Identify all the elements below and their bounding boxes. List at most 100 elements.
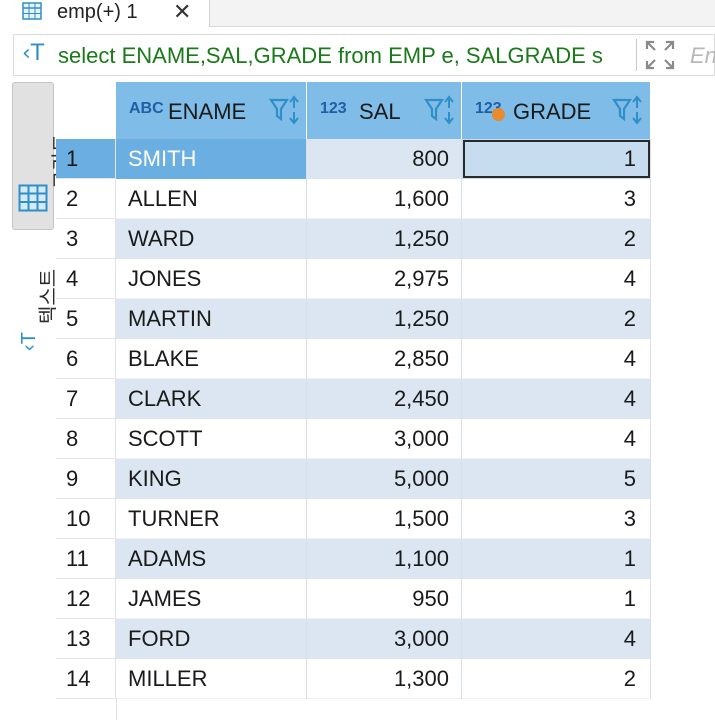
table-grid-icon bbox=[22, 2, 42, 20]
text-type-icon: ABC bbox=[129, 100, 164, 117]
column-header-ename[interactable]: ABC ENAME bbox=[116, 82, 307, 139]
table-row[interactable]: 11 ADAMS 1,100 1 bbox=[56, 539, 715, 579]
row-number[interactable]: 3 bbox=[56, 219, 116, 259]
filter-sort-icon[interactable] bbox=[422, 94, 456, 126]
table-row[interactable]: 14 MILLER 1,300 2 bbox=[56, 659, 715, 699]
cell-grade[interactable]: 5 bbox=[462, 459, 651, 499]
table-row[interactable]: 8 SCOTT 3,000 4 bbox=[56, 419, 715, 459]
filter-hint-text: En bbox=[690, 43, 715, 68]
close-icon[interactable]: ✕ bbox=[173, 0, 191, 24]
table-row[interactable]: 2 ALLEN 1,600 3 bbox=[56, 179, 715, 219]
cell-grade[interactable]: 2 bbox=[462, 659, 651, 699]
cell-grade[interactable]: 4 bbox=[462, 339, 651, 379]
status-dot-icon bbox=[492, 108, 505, 121]
row-number[interactable]: 6 bbox=[56, 339, 116, 379]
cell-sal[interactable]: 1,100 bbox=[307, 539, 462, 579]
cell-sal[interactable]: 1,250 bbox=[307, 219, 462, 259]
cell-ename[interactable]: MARTIN bbox=[116, 299, 307, 339]
table-row[interactable]: 3 WARD 1,250 2 bbox=[56, 219, 715, 259]
cell-grade[interactable]: 3 bbox=[462, 179, 651, 219]
table-row[interactable]: 12 JAMES 950 1 bbox=[56, 579, 715, 619]
cell-ename[interactable]: BLAKE bbox=[116, 339, 307, 379]
cell-ename[interactable]: ALLEN bbox=[116, 179, 307, 219]
cell-ename[interactable]: SMITH bbox=[116, 139, 307, 179]
cell-sal[interactable]: 3,000 bbox=[307, 619, 462, 659]
cell-grade[interactable]: 4 bbox=[462, 379, 651, 419]
row-number[interactable]: 10 bbox=[56, 499, 116, 539]
cell-ename[interactable]: ADAMS bbox=[116, 539, 307, 579]
text-view-button[interactable]: 텍스트 ‹T bbox=[12, 252, 60, 372]
table-row[interactable]: 4 JONES 2,975 4 bbox=[56, 259, 715, 299]
filter-sort-icon[interactable] bbox=[610, 94, 644, 126]
column-name: SAL bbox=[359, 99, 401, 124]
cell-sal[interactable]: 5,000 bbox=[307, 459, 462, 499]
cell-sal[interactable]: 800 bbox=[307, 139, 462, 179]
cell-grade[interactable]: 2 bbox=[462, 219, 651, 259]
cell-grade[interactable]: 1 bbox=[462, 139, 651, 179]
cell-sal[interactable]: 1,500 bbox=[307, 499, 462, 539]
cell-sal[interactable]: 3,000 bbox=[307, 419, 462, 459]
row-number[interactable]: 7 bbox=[56, 379, 116, 419]
grid-divider bbox=[116, 699, 117, 720]
view-mode-panel: 그리드 텍스트 ‹T bbox=[0, 82, 73, 720]
table-row[interactable]: 5 MARTIN 1,250 2 bbox=[56, 299, 715, 339]
column-header-sal[interactable]: 123 SAL bbox=[307, 82, 462, 139]
cell-sal[interactable]: 2,450 bbox=[307, 379, 462, 419]
filter-sort-icon[interactable] bbox=[267, 94, 301, 126]
cell-ename[interactable]: WARD bbox=[116, 219, 307, 259]
cell-ename[interactable]: JAMES bbox=[116, 579, 307, 619]
table-row[interactable]: 7 CLARK 2,450 4 bbox=[56, 379, 715, 419]
cell-ename[interactable]: FORD bbox=[116, 619, 307, 659]
table-row[interactable]: 1 SMITH 800 1 bbox=[56, 139, 715, 179]
cell-ename[interactable]: TURNER bbox=[116, 499, 307, 539]
table-row[interactable]: 9 KING 5,000 5 bbox=[56, 459, 715, 499]
text-view-icon: ‹T bbox=[17, 332, 40, 351]
cell-grade[interactable]: 2 bbox=[462, 299, 651, 339]
number-type-icon: 123 bbox=[320, 100, 347, 117]
query-text[interactable]: select ENAME,SAL,GRADE from EMP e, SALGR… bbox=[58, 43, 603, 69]
table-row[interactable]: 10 TURNER 1,500 3 bbox=[56, 499, 715, 539]
table-row[interactable]: 6 BLAKE 2,850 4 bbox=[56, 339, 715, 379]
row-number[interactable]: 12 bbox=[56, 579, 116, 619]
expand-icon[interactable] bbox=[644, 39, 676, 71]
query-filter-bar[interactable]: ‹T select ENAME,SAL,GRADE from EMP e, SA… bbox=[13, 34, 715, 76]
row-number[interactable]: 4 bbox=[56, 259, 116, 299]
row-number[interactable]: 11 bbox=[56, 539, 116, 579]
cell-sal[interactable]: 1,600 bbox=[307, 179, 462, 219]
cell-sal[interactable]: 1,300 bbox=[307, 659, 462, 699]
tab-title: emp(+) 1 bbox=[57, 1, 138, 23]
divider bbox=[636, 39, 637, 71]
column-name: ENAME bbox=[168, 99, 247, 124]
row-number[interactable]: 2 bbox=[56, 179, 116, 219]
cell-sal[interactable]: 2,850 bbox=[307, 339, 462, 379]
result-grid[interactable]: ABC ENAME 123 SAL 123 GRADE 1 SMITH 800 … bbox=[56, 82, 715, 720]
cell-ename[interactable]: KING bbox=[116, 459, 307, 499]
row-number-header bbox=[56, 82, 116, 139]
row-number[interactable]: 5 bbox=[56, 299, 116, 339]
sql-text-icon: ‹T bbox=[22, 41, 45, 66]
row-number[interactable]: 9 bbox=[56, 459, 116, 499]
cell-grade[interactable]: 1 bbox=[462, 579, 651, 619]
cell-grade[interactable]: 4 bbox=[462, 259, 651, 299]
row-number[interactable]: 13 bbox=[56, 619, 116, 659]
grid-view-button[interactable]: 그리드 bbox=[12, 82, 73, 230]
row-number[interactable]: 1 bbox=[56, 139, 116, 179]
cell-grade[interactable]: 1 bbox=[462, 539, 651, 579]
cell-ename[interactable]: SCOTT bbox=[116, 419, 307, 459]
table-row[interactable]: 13 FORD 3,000 4 bbox=[56, 619, 715, 659]
cell-ename[interactable]: MILLER bbox=[116, 659, 307, 699]
cell-sal[interactable]: 1,250 bbox=[307, 299, 462, 339]
column-header-grade[interactable]: 123 GRADE bbox=[462, 82, 651, 139]
cell-grade[interactable]: 4 bbox=[462, 619, 651, 659]
cell-sal[interactable]: 2,975 bbox=[307, 259, 462, 299]
editor-tab-bar: emp(+) 1 ✕ bbox=[0, 0, 715, 27]
row-number[interactable]: 8 bbox=[56, 419, 116, 459]
cell-sal[interactable]: 950 bbox=[307, 579, 462, 619]
cell-ename[interactable]: CLARK bbox=[116, 379, 307, 419]
grid-icon bbox=[18, 184, 48, 212]
row-number[interactable]: 14 bbox=[56, 659, 116, 699]
result-tab[interactable]: emp(+) 1 ✕ bbox=[0, 0, 210, 27]
cell-grade[interactable]: 4 bbox=[462, 419, 651, 459]
cell-grade[interactable]: 3 bbox=[462, 499, 651, 539]
cell-ename[interactable]: JONES bbox=[116, 259, 307, 299]
